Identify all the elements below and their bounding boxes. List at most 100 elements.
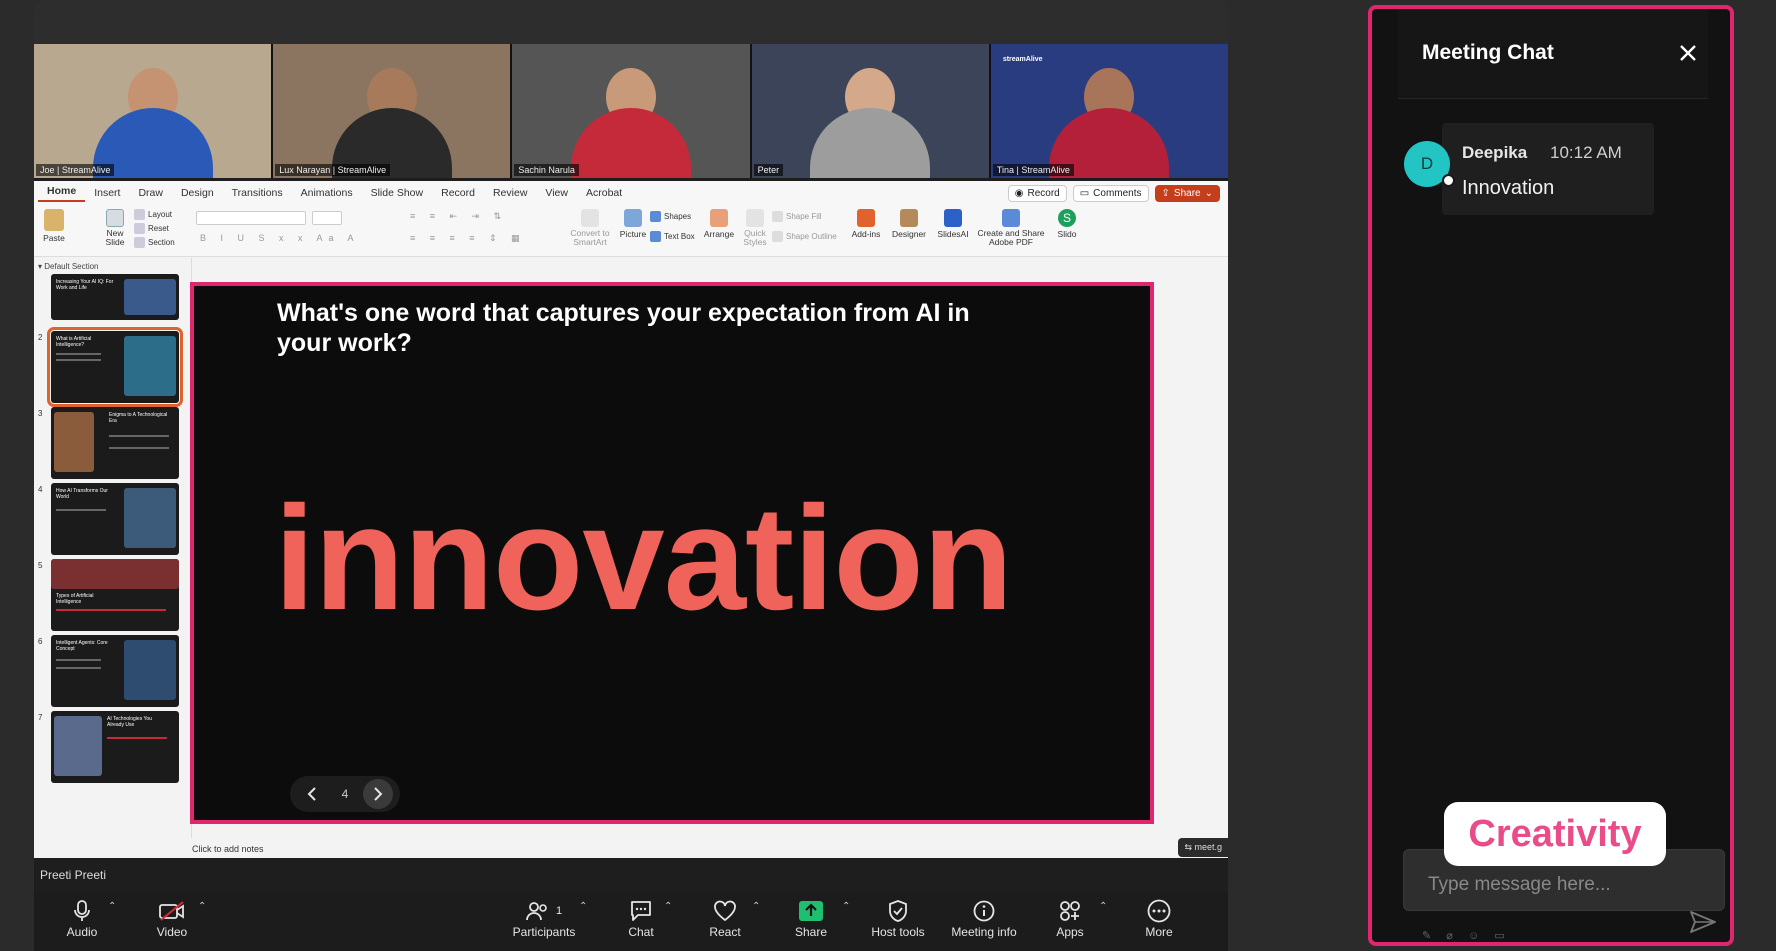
video-tile[interactable]: streamAlive Tina | StreamAlive [990, 44, 1228, 178]
share-options-chevron-icon[interactable]: ⌃ [842, 901, 850, 912]
designer-button[interactable]: Designer [890, 209, 928, 239]
slide-thumbnail[interactable]: Enigma to A Technological Era [51, 407, 179, 479]
record-button[interactable]: ◉ Record [1007, 184, 1067, 202]
participants-button[interactable]: 1 Participants [504, 897, 584, 939]
tab-review[interactable]: Review [484, 187, 536, 199]
meeting-info-button[interactable]: Meeting info [944, 897, 1024, 939]
notes-placeholder[interactable]: Click to add notes [192, 844, 264, 854]
arrange-icon [710, 209, 728, 227]
section-header[interactable]: ▾ Default Section [34, 258, 191, 275]
status-dot-icon [1442, 174, 1455, 187]
share-button[interactable]: ⇪ Share ⌄ [1154, 184, 1220, 202]
share-screen-button[interactable]: Share [771, 897, 851, 939]
tab-record[interactable]: Record [432, 187, 484, 199]
slide-thumbnail[interactable]: Types of Artificial Intelligence [51, 559, 179, 631]
slido-icon: S [1058, 209, 1076, 227]
video-options-chevron-icon[interactable]: ⌃ [198, 901, 206, 912]
font-name-dropdown[interactable] [196, 211, 306, 225]
quick-styles-button[interactable]: Quick Styles [740, 209, 770, 247]
participants-options-chevron-icon[interactable]: ⌃ [579, 901, 587, 912]
convert-smartart-button[interactable]: Convert to SmartArt [562, 209, 618, 247]
meeting-chat-panel: Meeting Chat D Deepika 10:12 AM Innovati… [1368, 5, 1734, 946]
slide-thumbnail[interactable]: How AI Transforms Our World [51, 483, 179, 555]
quick-styles-label: Quick Styles [743, 228, 767, 247]
alignment-buttons[interactable]: ≡ ≡ ≡ ≡ ⇕ ▦ [410, 233, 526, 244]
font-size-dropdown[interactable] [312, 211, 342, 225]
chat-format-toolbar[interactable]: ✎ ⌀ ☺ ▭ [1422, 929, 1511, 942]
slide-page-number: 4 [341, 787, 349, 801]
adobe-pdf-label: Create and Share Adobe PDF [977, 228, 1045, 247]
slide-thumbnail-selected[interactable]: What is Artificial Intelligence? [47, 327, 183, 407]
chat-message-bubble[interactable] [1442, 123, 1654, 215]
slide-thumbnail[interactable]: AI Technologies You Already Use [51, 711, 179, 783]
slido-button[interactable]: S Slido [1052, 209, 1082, 239]
apps-button[interactable]: Apps [1030, 897, 1110, 939]
font-format-buttons[interactable]: B I U S x x Aa A [200, 233, 360, 243]
video-tile[interactable]: Peter [751, 44, 989, 178]
slidesai-button[interactable]: SlidesAI [934, 209, 972, 239]
audio-options-chevron-icon[interactable]: ⌃ [108, 901, 116, 912]
new-slide-button[interactable]: New Slide [100, 209, 130, 247]
tab-home[interactable]: Home [38, 185, 86, 202]
tab-slide-show[interactable]: Slide Show [362, 187, 433, 199]
picture-button[interactable]: Picture [618, 209, 648, 239]
slide-number: 6 [38, 637, 43, 646]
tab-insert[interactable]: Insert [85, 187, 129, 199]
section-button[interactable]: Section [134, 237, 175, 248]
tab-design[interactable]: Design [172, 187, 223, 199]
text-box-label: Text Box [664, 232, 695, 241]
ribbon-tabs: Home Insert Draw Design Transitions Anim… [34, 181, 1228, 205]
paste-button[interactable]: Paste [40, 209, 68, 243]
comments-button[interactable]: ▭ Comments [1072, 184, 1149, 202]
paragraph-buttons[interactable]: ≡ ≡ ⇤ ⇥ ⇅ [410, 211, 507, 222]
share-screen-icon [771, 897, 851, 925]
video-tile[interactable]: Lux Narayan | StreamAlive [273, 44, 511, 178]
shapes-button[interactable]: Shapes [650, 211, 691, 222]
chat-options-chevron-icon[interactable]: ⌃ [664, 901, 672, 912]
apps-options-chevron-icon[interactable]: ⌃ [1099, 901, 1107, 912]
layout-button[interactable]: Layout [134, 209, 172, 220]
arrange-button[interactable]: Arrange [702, 209, 736, 239]
current-slide[interactable]: What's one word that captures your expec… [190, 282, 1154, 824]
thumb-image [54, 716, 102, 776]
react-options-chevron-icon[interactable]: ⌃ [752, 901, 760, 912]
zoom-control-bar: Audio ⌃ Video ⌃ 1 Participants ⌃ Chat ⌃ … [34, 891, 1228, 951]
slide-thumbnail[interactable]: Intelligent Agents: Core Concept [51, 635, 179, 707]
tab-acrobat[interactable]: Acrobat [577, 187, 631, 199]
tab-draw[interactable]: Draw [129, 187, 172, 199]
thumb-text-line [56, 609, 166, 611]
meet-link-chip[interactable]: ⇆ meet.g [1178, 838, 1228, 857]
meeting-info-label: Meeting info [951, 925, 1017, 939]
shape-outline-button[interactable]: Shape Outline [772, 231, 837, 242]
shape-fill-button[interactable]: Shape Fill [772, 211, 822, 222]
tab-view[interactable]: View [536, 187, 577, 199]
video-tile[interactable]: Sachin Narula [512, 44, 750, 178]
tab-animations[interactable]: Animations [292, 187, 362, 199]
thumb-image [54, 412, 94, 472]
host-tools-button[interactable]: Host tools [858, 897, 938, 939]
comment-icon: ▭ [1079, 187, 1090, 199]
video-tile[interactable]: Joe | StreamAlive [34, 44, 272, 178]
window-top-strip [34, 0, 1228, 44]
close-icon[interactable] [1678, 39, 1698, 70]
send-icon[interactable] [1690, 911, 1716, 938]
layout-icon [134, 209, 145, 220]
new-slide-icon [106, 209, 124, 227]
more-button[interactable]: More [1119, 897, 1199, 939]
tab-transitions[interactable]: Transitions [223, 187, 292, 199]
participant-name: Peter [753, 164, 784, 176]
text-box-button[interactable]: Text Box [650, 231, 695, 242]
apps-label: Apps [1056, 925, 1084, 939]
message-time: 10:12 AM [1550, 143, 1622, 162]
previous-slide-button[interactable] [297, 779, 327, 809]
slide-thumbnail[interactable]: Increasing Your AI IQ: For Work and Life [51, 274, 179, 320]
add-ins-button[interactable]: Add-ins [848, 209, 884, 239]
next-slide-button[interactable] [362, 779, 393, 809]
message-sender: Deepika [1462, 143, 1528, 162]
section-icon [134, 237, 145, 248]
thumb-image [124, 279, 176, 315]
slide-navigator: 4 [290, 776, 400, 812]
reset-button[interactable]: Reset [134, 223, 169, 234]
participant-name: Tina | StreamAlive [992, 164, 1074, 176]
adobe-pdf-button[interactable]: Create and Share Adobe PDF [976, 209, 1046, 247]
